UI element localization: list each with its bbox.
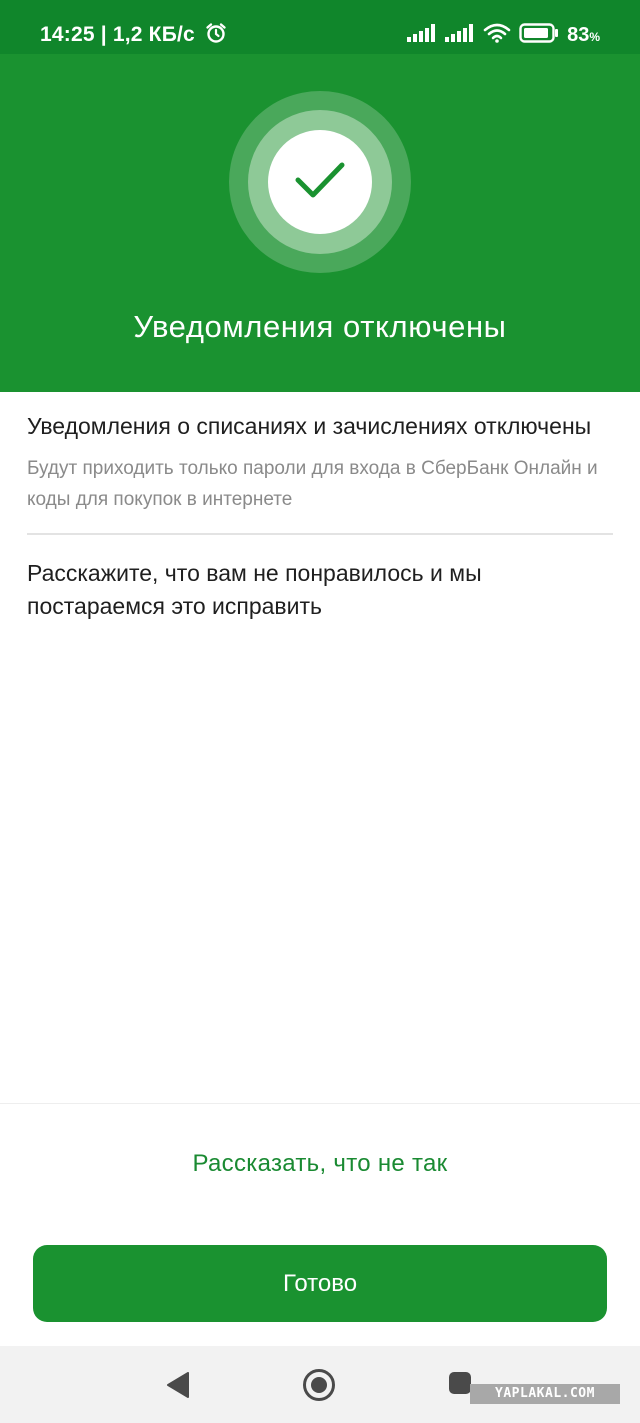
done-button[interactable]: Готово bbox=[33, 1245, 607, 1322]
status-left: 14:25 | 1,2 КБ/с bbox=[40, 22, 227, 50]
back-icon[interactable] bbox=[166, 1372, 190, 1403]
navigation-bar: YAPLAKAL.COM bbox=[0, 1346, 640, 1423]
success-header: Уведомления отключены bbox=[0, 54, 640, 392]
recents-icon[interactable] bbox=[449, 1372, 471, 1394]
divider bbox=[27, 533, 613, 535]
bottom-divider bbox=[0, 1103, 640, 1104]
alarm-icon bbox=[205, 22, 227, 50]
feedback-prompt: Расскажите, что вам не понравилось и мы … bbox=[27, 560, 482, 619]
signal-icon bbox=[407, 23, 437, 47]
status-right: 83% bbox=[407, 22, 600, 48]
page-title: Уведомления отключены bbox=[133, 309, 507, 344]
wifi-icon bbox=[483, 23, 511, 48]
success-badge bbox=[268, 130, 372, 234]
signal-icon bbox=[445, 23, 475, 47]
watermark: YAPLAKAL.COM bbox=[470, 1384, 620, 1404]
info-title: Уведомления о списаниях и зачислениях от… bbox=[27, 413, 592, 439]
status-time-speed: 14:25 | 1,2 КБ/с bbox=[40, 23, 195, 46]
status-bar: 14:25 | 1,2 КБ/с 83% bbox=[0, 0, 640, 54]
home-icon[interactable] bbox=[302, 1368, 336, 1407]
tell-whats-wrong-link[interactable]: Рассказать, что не так bbox=[0, 1150, 640, 1178]
battery-percent: 83% bbox=[567, 23, 600, 46]
info-section: Уведомления о списаниях и зачислениях от… bbox=[27, 410, 613, 623]
battery-icon bbox=[519, 22, 559, 48]
checkmark-icon bbox=[293, 160, 347, 205]
info-subtitle: Будут приходить только пароли для входа … bbox=[27, 458, 598, 510]
